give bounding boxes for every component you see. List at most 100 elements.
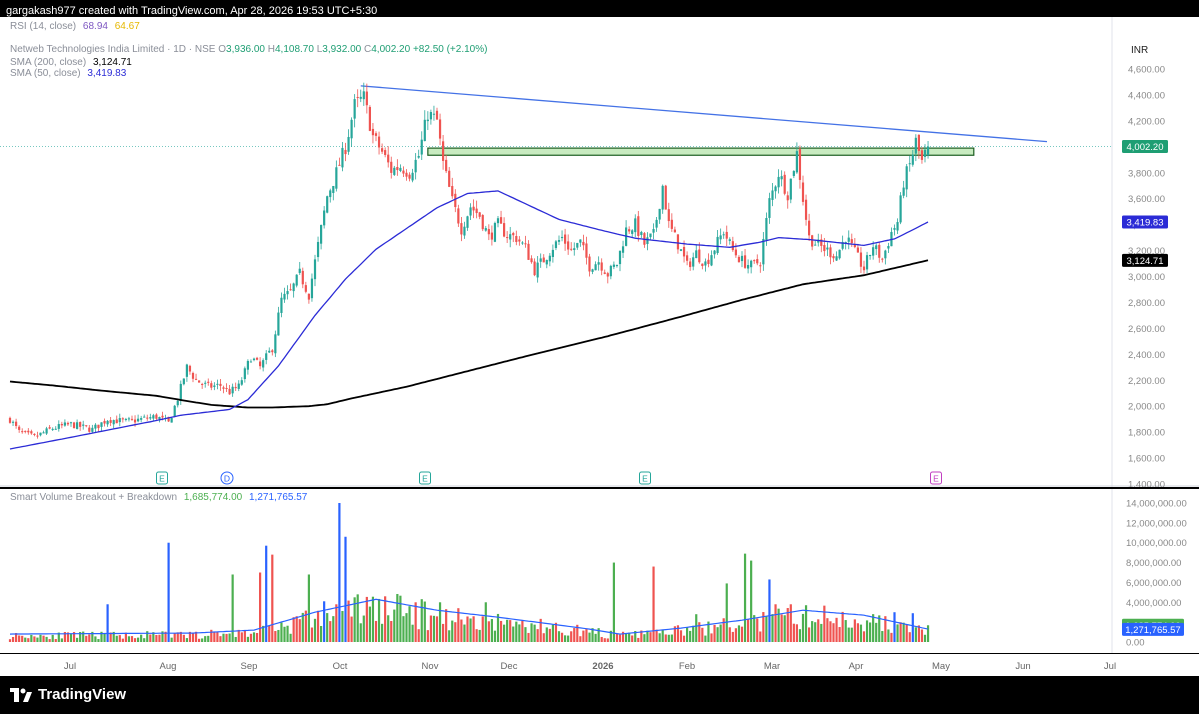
tradingview-logo[interactable]: TradingView: [10, 686, 126, 703]
candle-body: [362, 91, 365, 100]
candle-body: [445, 159, 448, 172]
candle-body: [265, 353, 268, 360]
candle-body: [292, 283, 295, 292]
time-tick-label: Aug: [160, 661, 177, 672]
volume-bar: [838, 627, 841, 642]
candle-body: [475, 208, 478, 214]
candle-body: [899, 195, 902, 223]
price-chart[interactable]: 1,400.00 1,600.00 1,800.00 2,000.00 2,200.00…: [0, 17, 1199, 491]
candle-body: [603, 272, 606, 274]
candle-body: [521, 242, 524, 244]
volume-bar: [39, 634, 42, 642]
sma200-value: 3,124.71: [92, 57, 132, 68]
candle-body: [448, 170, 451, 187]
candle-body: [170, 417, 173, 423]
candle-body: [457, 208, 460, 224]
volume-bar: [820, 623, 823, 642]
candle-body: [423, 119, 426, 142]
volume-bar: [496, 613, 500, 642]
candle-body: [384, 150, 387, 155]
candle-body: [365, 91, 368, 106]
volume-bar: [292, 617, 295, 642]
volume-chart[interactable]: 0.002,000,000.004,000,000.006,000,000.00…: [0, 489, 1199, 653]
volume-bar: [832, 623, 835, 642]
volume-bar: [759, 631, 762, 642]
candle-body: [15, 421, 18, 426]
volume-bar: [661, 629, 664, 642]
volume-bar: [506, 619, 509, 642]
volume-bar: [265, 545, 268, 642]
candle-body: [539, 258, 542, 262]
volume-bar: [408, 606, 411, 642]
candle-body: [182, 378, 185, 385]
candle-body: [326, 196, 329, 213]
candle-body: [567, 241, 570, 250]
volume-bar: [445, 609, 448, 642]
volume-bar: [625, 633, 628, 642]
candle-body: [429, 112, 432, 120]
event-marker-label: E: [642, 474, 648, 484]
candle-body: [112, 420, 115, 425]
candle-body: [618, 250, 622, 265]
price-tick-label: 4,200.00: [1128, 116, 1165, 127]
price-axis-label: 4,002.20: [1127, 142, 1164, 153]
volume-bar: [359, 623, 362, 642]
price-axis-label: 3,419.83: [1127, 218, 1164, 229]
candle-body: [759, 265, 762, 267]
volume-bar: [137, 637, 140, 642]
volume-bar: [737, 625, 741, 642]
candle-body: [911, 154, 914, 165]
volume-bar: [283, 626, 286, 642]
candle-body: [402, 170, 405, 174]
candle-body: [66, 422, 70, 425]
volume-bar: [579, 636, 582, 642]
candle-body: [865, 255, 869, 270]
candle-body: [795, 151, 798, 173]
volume-bar: [124, 632, 127, 642]
volume-bar: [30, 634, 33, 642]
volume-axis-label: 1,271,765.57: [1125, 625, 1180, 636]
candle-body: [374, 133, 378, 136]
price-tick-label: 4,600.00: [1128, 65, 1165, 76]
volume-bar: [530, 623, 533, 642]
candle-body: [847, 237, 850, 242]
candle-body: [792, 171, 795, 176]
candle-body: [808, 220, 811, 236]
candle-body: [777, 176, 780, 188]
candle-body: [201, 383, 204, 385]
volume-bar: [567, 635, 570, 642]
candle-body: [664, 185, 667, 210]
volume-bar: [747, 619, 750, 642]
volume-bar: [149, 634, 152, 642]
time-axis[interactable]: Jul Aug Sep Oct Nov Dec 2026 Feb Mar Apr May Jun Jul: [0, 654, 1199, 676]
candle-body: [237, 383, 240, 389]
candle-body: [390, 161, 393, 173]
volume-bar: [603, 638, 606, 642]
candle-body: [152, 415, 155, 419]
volume-bar: [207, 635, 210, 642]
volume-bar: [365, 596, 368, 642]
volume-bar: [826, 618, 829, 642]
volume-bar: [865, 620, 869, 642]
volume-bar: [686, 627, 689, 642]
candle-body: [905, 166, 908, 190]
candle-body: [503, 223, 506, 237]
candle-body: [923, 149, 927, 157]
candle-body: [335, 167, 338, 189]
volume-bar: [850, 627, 853, 642]
volume-bar: [277, 629, 280, 642]
volume-bar: [844, 620, 847, 642]
candle-body: [149, 417, 152, 419]
volume-bar: [817, 619, 820, 642]
candle-body: [801, 182, 805, 202]
volume-bar: [631, 635, 634, 642]
volume-bar: [280, 622, 283, 642]
volume-bar: [411, 624, 414, 642]
candle-body: [804, 199, 808, 220]
volume-bar: [765, 616, 768, 642]
candle-body: [204, 382, 207, 384]
volume-bar: [908, 632, 911, 642]
volume-bar: [875, 622, 878, 642]
candle-body: [298, 268, 301, 273]
volume-bar: [234, 636, 237, 642]
